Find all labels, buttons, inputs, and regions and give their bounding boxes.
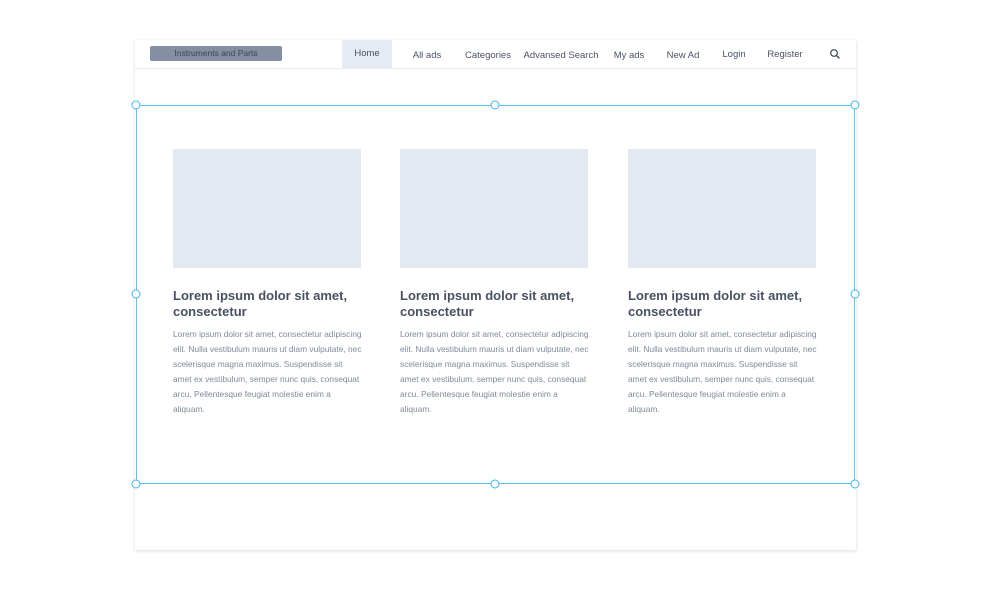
resize-handle-bottom[interactable] bbox=[490, 479, 500, 489]
resize-handle-bottom-right[interactable] bbox=[850, 479, 860, 489]
nav-login[interactable]: Login bbox=[718, 40, 750, 69]
card-image-placeholder bbox=[173, 149, 361, 268]
search-icon[interactable] bbox=[829, 48, 841, 60]
nav-my-ads[interactable]: My ads bbox=[609, 40, 649, 69]
nav-categories[interactable]: Categories bbox=[463, 40, 513, 69]
resize-handle-bottom-left[interactable] bbox=[131, 479, 141, 489]
card-image-placeholder bbox=[628, 149, 816, 268]
page-frame: Instruments and Parts Home All ads Categ… bbox=[135, 40, 856, 550]
resize-handle-top-right[interactable] bbox=[850, 100, 860, 110]
nav-all-ads[interactable]: All ads bbox=[405, 40, 449, 69]
navbar: Instruments and Parts Home All ads Categ… bbox=[135, 40, 856, 69]
card-text: Lorem ipsum dolor sit amet, consectetur … bbox=[628, 329, 817, 414]
nav-home[interactable]: Home bbox=[342, 40, 392, 69]
card-title: Lorem ipsum dolor sit amet, consectetur bbox=[628, 288, 803, 319]
card-title: Lorem ipsum dolor sit amet, consectetur bbox=[400, 288, 575, 319]
resize-handle-top-left[interactable] bbox=[131, 100, 141, 110]
resize-handle-right[interactable] bbox=[850, 289, 860, 299]
resize-handle-top[interactable] bbox=[490, 100, 500, 110]
card-image-placeholder bbox=[400, 149, 588, 268]
card-title: Lorem ipsum dolor sit amet, consectetur bbox=[173, 288, 348, 319]
card-text: Lorem ipsum dolor sit amet, consectetur … bbox=[173, 329, 362, 414]
nav-register[interactable]: Register bbox=[763, 40, 807, 69]
card-text: Lorem ipsum dolor sit amet, consectetur … bbox=[400, 329, 589, 414]
nav-new-ad[interactable]: New Ad bbox=[663, 40, 703, 69]
logo[interactable]: Instruments and Parts bbox=[150, 46, 282, 61]
nav-advanced-search[interactable]: Advansed Search bbox=[523, 40, 599, 69]
card: Lorem ipsum dolor sit amet, consectetur … bbox=[173, 149, 363, 417]
resize-handle-left[interactable] bbox=[131, 289, 141, 299]
card: Lorem ipsum dolor sit amet, consectetur … bbox=[400, 149, 590, 417]
card: Lorem ipsum dolor sit amet, consectetur … bbox=[628, 149, 818, 417]
